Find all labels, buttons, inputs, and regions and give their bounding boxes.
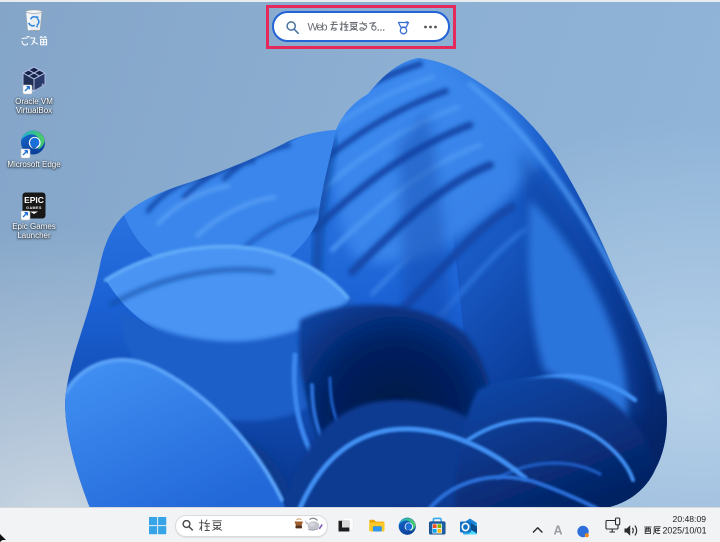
svg-text:GAMES: GAMES — [26, 206, 42, 210]
svg-text:A: A — [554, 524, 563, 538]
svg-text:EPIC: EPIC — [24, 195, 44, 205]
svg-text:2025/10/01: 2025/10/01 — [663, 525, 707, 535]
svg-text:Web: Web — [308, 22, 328, 34]
